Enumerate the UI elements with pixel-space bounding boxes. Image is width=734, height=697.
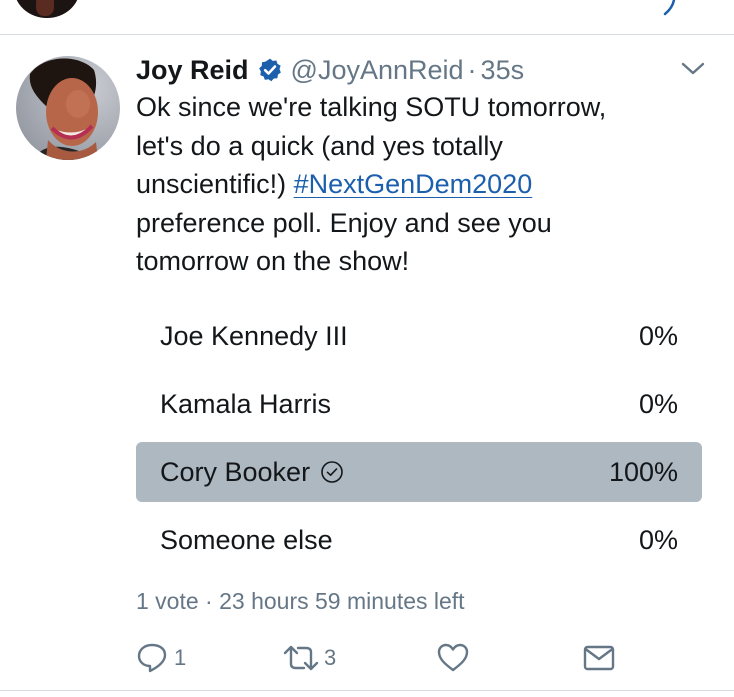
tweet-timestamp[interactable]: 35s	[481, 55, 525, 86]
previous-tweet-avatar[interactable]	[14, 0, 80, 18]
retweet-count: 3	[324, 645, 337, 670]
heart-icon	[437, 643, 469, 672]
chevron-down-icon[interactable]	[662, 0, 676, 16]
tweet-text-fragment: unscientific!)	[136, 169, 287, 199]
author-handle[interactable]: @JoyAnnReid	[291, 55, 464, 86]
poll: Joe Kennedy III 0% Kamala Harris 0% Cory…	[136, 306, 702, 578]
poll-option: Someone else 0%	[136, 510, 702, 570]
check-circle-icon	[321, 461, 343, 483]
tweet-text-line: tomorrow on the show!	[136, 246, 410, 276]
poll-option-text: Someone else	[160, 524, 333, 555]
retweet-button[interactable]: 3	[282, 640, 336, 676]
tweet-text-line: preference poll. Enjoy and see you	[136, 207, 552, 238]
direct-message-button[interactable]	[582, 640, 616, 676]
poll-meta: 1 vote · 23 hours 59 minutes left	[136, 588, 465, 614]
tweet-actions: 1 3	[136, 640, 626, 680]
poll-option-label: Someone else	[160, 525, 333, 556]
poll-option-percent: 0%	[638, 320, 678, 351]
verified-badge-icon	[258, 58, 281, 82]
poll-option-percent: 0%	[638, 524, 678, 555]
reply-count: 1	[174, 645, 187, 670]
avatar[interactable]	[16, 56, 120, 160]
poll-option-label: Cory Booker	[160, 457, 344, 488]
poll-option-label: Kamala Harris	[160, 389, 331, 420]
tweet-text-line: Ok since we're talking SOTU tomorrow,	[136, 92, 607, 122]
divider	[0, 690, 734, 691]
retweet-icon	[283, 645, 319, 671]
dot-separator: ·	[467, 54, 477, 85]
tweet-text-line: unscientific!) #NextGenDem2020	[136, 165, 716, 204]
poll-option-percent: 0%	[638, 388, 678, 419]
poll-option-text: Joe Kennedy III	[160, 320, 348, 351]
tweet-detail-screen: Joy Reid @JoyAnnReid · 35s Ok since we'r…	[0, 0, 734, 697]
poll-option-label: Joe Kennedy III	[160, 321, 348, 352]
reply-button[interactable]: 1	[136, 640, 186, 676]
reply-icon	[137, 643, 167, 673]
poll-option-text: Cory Booker	[160, 456, 311, 487]
poll-option: Joe Kennedy III 0%	[136, 306, 702, 366]
poll-option-text: Kamala Harris	[160, 388, 332, 419]
divider	[0, 34, 734, 35]
tweet-text: Ok since we're talking SOTU tomorrow, le…	[136, 88, 716, 281]
envelope-icon	[583, 645, 615, 671]
chevron-down-icon[interactable]	[680, 60, 706, 78]
poll-option: Kamala Harris 0%	[136, 374, 702, 434]
author-name[interactable]: Joy Reid	[136, 55, 249, 86]
tweet-header: Joy Reid @JoyAnnReid · 35s	[136, 52, 524, 88]
like-button[interactable]	[436, 640, 470, 676]
tweet-text-line: let's do a quick (and yes totally	[136, 130, 503, 161]
poll-option-percent: 100%	[608, 456, 678, 487]
previous-tweet-sliver	[0, 0, 734, 34]
poll-option-selected: Cory Booker 100%	[136, 442, 702, 502]
hashtag-link[interactable]: #NextGenDem2020	[294, 169, 533, 199]
